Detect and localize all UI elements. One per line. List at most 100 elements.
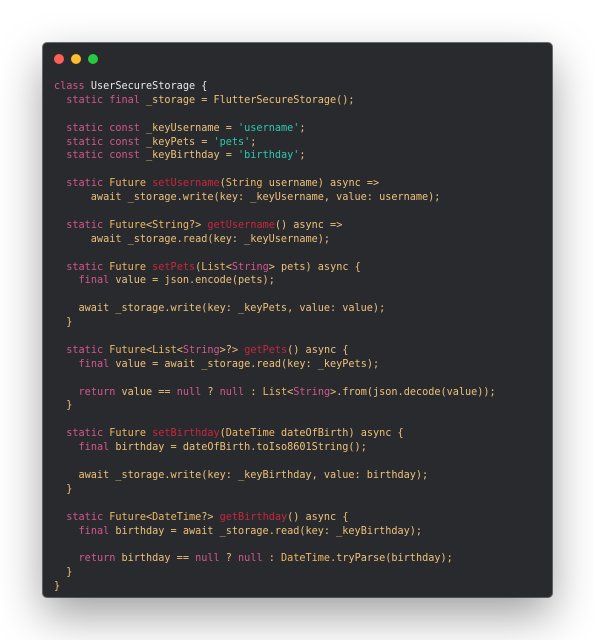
code-line: final birthday = await _storage.read(key… <box>54 525 496 539</box>
code-token-kw: static <box>66 344 110 356</box>
code-token-kw: String <box>182 344 220 356</box>
code-line: static const _keyBirthday = 'birthday'; <box>54 149 496 163</box>
code-line: final value = await _storage.read(key: _… <box>54 358 496 372</box>
code-token-ty: Future <box>109 511 147 523</box>
code-token-pl: ; <box>299 150 306 162</box>
code-token-pl: _keyBirthday = <box>146 150 239 162</box>
code-token-ty: DateTime <box>225 428 275 440</box>
code-token-ty: List <box>262 386 288 398</box>
code-token-kw: final <box>78 525 116 537</box>
code-token-fn: getBirthday <box>219 511 288 523</box>
code-token-str: 'pets' <box>213 136 251 148</box>
code-token-fn: setUsername <box>152 178 220 190</box>
code-token-pl: _keyUsername = <box>146 122 239 134</box>
code-token-pl: value == <box>121 386 177 398</box>
code-window: class UserSecureStorage { static final _… <box>43 43 552 597</box>
code-token-pl: : <box>250 386 263 398</box>
code-token-pl: await _storage.write(key: _keyUsername, … <box>54 192 441 204</box>
code-token-kw: null <box>219 386 251 398</box>
code-token-kw: final <box>78 358 116 370</box>
code-token-pl: birthday == <box>121 553 196 565</box>
code-token-fn: setPets <box>152 261 196 273</box>
code-token-ty: String <box>152 219 189 231</box>
code-token-ty: DateTime <box>152 511 202 523</box>
code-token-pl: () async => <box>274 219 343 231</box>
code-line: static Future<DateTime?> getBirthday() a… <box>54 511 496 525</box>
code-token-pl: > pets) async { <box>268 261 361 273</box>
code-token-kw: final <box>78 275 116 287</box>
code-line: static Future<List<String>?> getPets() a… <box>54 344 496 358</box>
code-token-kw: null <box>238 553 269 565</box>
code-line: static const _keyPets = 'pets'; <box>54 136 496 150</box>
code-token-kw: static <box>66 261 110 273</box>
code-token-kw: return <box>78 386 122 398</box>
code-token-ty: DateTime <box>281 553 331 565</box>
code-token-pl: await _storage.write(key: _keyBirthday, … <box>54 469 429 481</box>
code-token-kw: String <box>231 261 269 273</box>
code-line: await _storage.write(key: _keyUsername, … <box>54 191 496 205</box>
code-line: static Future<String?> getUsername() asy… <box>54 219 496 233</box>
code-token-pl: } <box>54 483 73 495</box>
code-line: } <box>54 316 496 330</box>
code-block: class UserSecureStorage { static final _… <box>54 80 496 594</box>
code-token-ty: List <box>152 344 177 356</box>
code-token-pl: } <box>54 581 61 593</box>
code-line: class UserSecureStorage { <box>54 80 496 94</box>
code-line: static Future setBirthday(DateTime dateO… <box>54 427 496 441</box>
code-token-kw: static <box>66 511 110 523</box>
code-token-pl: >.from(json.decode(value)); <box>330 386 496 398</box>
code-token-pl: () async { <box>287 511 349 523</box>
code-token-kw: static <box>66 178 110 190</box>
code-token-pl: >?> <box>219 344 245 356</box>
code-token-ty: List <box>201 261 226 273</box>
code-token-pl: ; <box>250 136 257 148</box>
code-token-pl: ? <box>225 553 239 565</box>
close-dot-icon[interactable] <box>54 54 64 64</box>
code-token-pl: .tryParse(birthday); <box>330 553 453 565</box>
minimize-dot-icon[interactable] <box>71 54 81 64</box>
code-token-cls: UserSecureStorage { <box>90 81 208 92</box>
code-line: } <box>54 566 496 580</box>
code-token-pl: value = await _storage.read(key: _keyPet… <box>115 358 380 370</box>
code-token-kw: static <box>66 219 110 231</box>
code-line: await _storage.read(key: _keyUsername); <box>54 233 496 247</box>
code-token-kw: final <box>78 442 116 454</box>
code-token-pl: ?> <box>188 219 208 231</box>
code-token-pl: dateOfBirth) async { <box>274 428 404 440</box>
code-token-kw: null <box>195 553 226 565</box>
code-token-fn: getUsername <box>207 219 275 231</box>
code-line: static Future setUsername(String usernam… <box>54 177 496 191</box>
code-token-kw: String <box>293 386 331 398</box>
code-token-pl: ?> <box>201 511 220 523</box>
maximize-dot-icon[interactable] <box>88 54 98 64</box>
code-token-ty: Future <box>109 344 147 356</box>
code-token-pl: ; <box>299 122 306 134</box>
code-token-kw: static const <box>66 150 147 162</box>
code-token-pl: : <box>268 553 281 565</box>
code-token-str: 'username' <box>238 122 300 134</box>
code-line: static Future setPets(List<String> pets)… <box>54 261 496 275</box>
code-line: final birthday = dateOfBirth.toIso8601St… <box>54 441 496 455</box>
code-token-pl: birthday = await _storage.read(key: _key… <box>115 525 423 537</box>
code-token-kw: static const <box>66 122 147 134</box>
code-token-kw: static <box>66 428 110 440</box>
code-token-fn: setBirthday <box>152 428 220 440</box>
code-token-ty: String <box>225 178 263 190</box>
code-token-kw: null <box>176 386 208 398</box>
